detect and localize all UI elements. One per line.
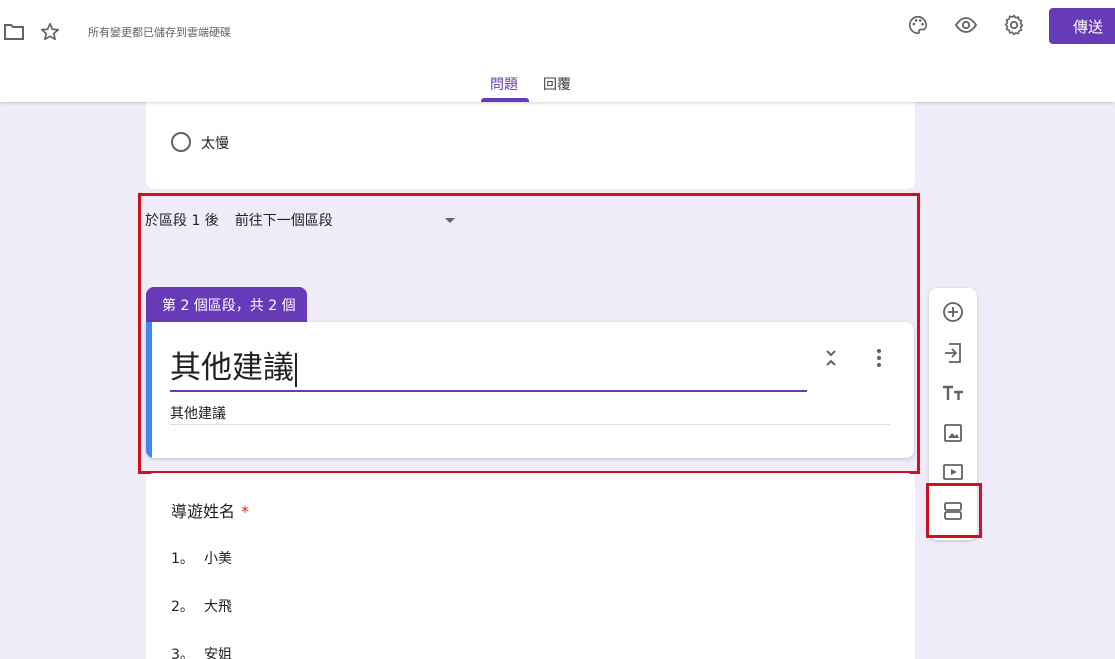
add-video-icon[interactable] [929, 454, 977, 490]
app-header: 所有變更都已儲存到雲端硬碟 傳送 問題 回覆 [0, 0, 1115, 102]
required-mark: * [241, 502, 250, 521]
description-underline [170, 424, 890, 425]
side-toolbar [929, 288, 977, 540]
section-title-input[interactable]: 其他建議 [170, 342, 297, 387]
save-status-text: 所有變更都已儲存到雲端硬碟 [88, 26, 231, 39]
option-number: 2。 [171, 599, 194, 615]
send-button[interactable]: 傳送 [1049, 8, 1115, 44]
tab-questions[interactable]: 問題 [490, 74, 518, 94]
after-section-dropdown[interactable]: 前往下一個區段 [235, 210, 455, 230]
after-section-navigation: 於區段 1 後 前往下一個區段 [145, 210, 455, 230]
folder-icon[interactable] [2, 20, 26, 44]
question-title-text: 導遊姓名 [171, 502, 236, 521]
add-image-icon[interactable] [929, 415, 977, 451]
gear-icon[interactable] [1002, 13, 1026, 37]
option-label: 安姐 [204, 647, 232, 659]
section-description-input[interactable]: 其他建議 [170, 403, 226, 423]
text-cursor [295, 352, 297, 387]
radio-option-label: 太慢 [201, 136, 229, 152]
star-icon[interactable] [38, 20, 62, 44]
more-vert-icon[interactable] [874, 348, 884, 372]
question-title: 導遊姓名 * [171, 498, 249, 522]
active-tab-indicator [481, 98, 529, 102]
option-label: 大飛 [204, 599, 232, 615]
radio-option[interactable] [171, 132, 191, 152]
previous-question-card: 太慢 [146, 90, 915, 189]
collapse-icon[interactable] [824, 348, 838, 372]
palette-icon[interactable] [906, 13, 930, 37]
question-card[interactable]: 導遊姓名 * 1。 小美 2。 大飛 3。 安姐 [146, 473, 915, 659]
add-question-icon[interactable] [929, 294, 977, 330]
section-header-card[interactable]: 其他建議 其他建議 [146, 322, 914, 458]
section-badge: 第 2 個區段，共 2 個 [146, 287, 307, 323]
after-section-value: 前往下一個區段 [234, 213, 333, 229]
tab-responses[interactable]: 回覆 [543, 74, 571, 94]
section-title-text: 其他建議 [170, 350, 294, 386]
option-number: 3。 [171, 647, 194, 659]
import-questions-icon[interactable] [929, 335, 977, 371]
list-item: 1。 小美 [171, 548, 232, 568]
after-section-label: 於區段 1 後 [145, 213, 219, 229]
list-item: 2。 大飛 [171, 596, 232, 616]
title-underline [170, 390, 807, 392]
eye-icon[interactable] [954, 13, 978, 37]
section-active-bar [146, 322, 152, 458]
add-section-icon[interactable] [929, 493, 977, 529]
list-item: 3。 安姐 [171, 644, 232, 659]
dropdown-arrow-icon [444, 217, 455, 223]
option-number: 1。 [171, 551, 194, 567]
add-title-icon[interactable] [929, 375, 977, 411]
option-label: 小美 [204, 551, 232, 567]
